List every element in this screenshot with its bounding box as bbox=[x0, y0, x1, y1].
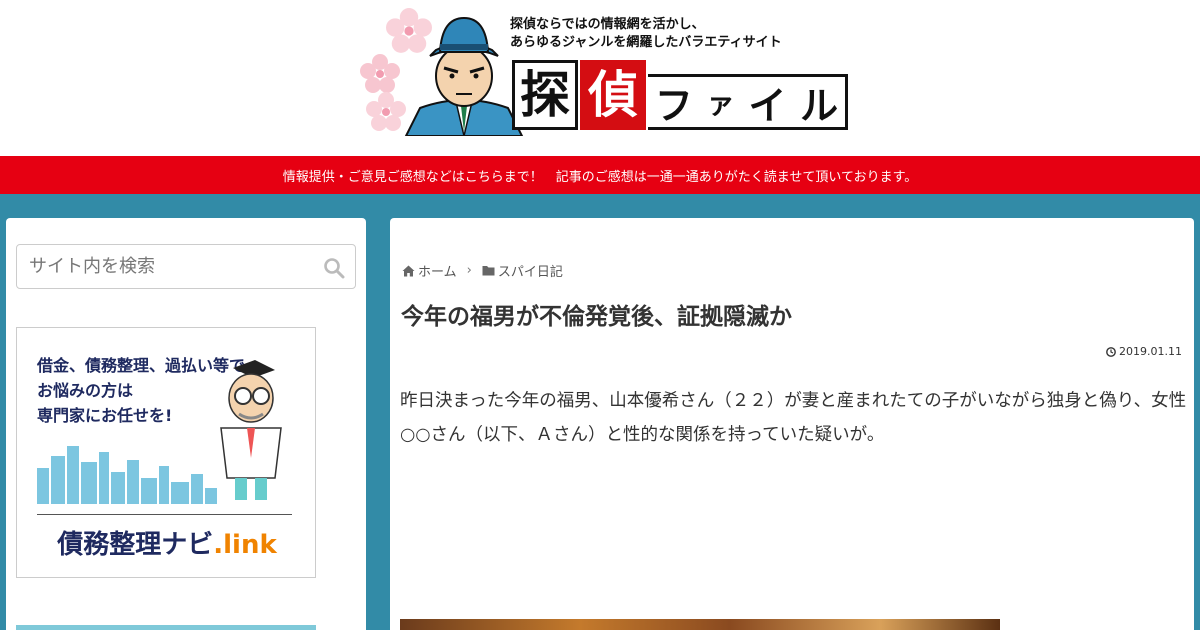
debt-navi-banner[interactable]: 借金、債務整理、過払い等で お悩みの方は 専門家にお任せを! 債務整理ナビ.li… bbox=[16, 327, 316, 578]
post-date: 2019.01.11 bbox=[1106, 345, 1182, 358]
banner-brand: 債務整理ナビ.link bbox=[17, 524, 315, 561]
logo-kana-char: ァ bbox=[706, 87, 735, 120]
post-date-text: 2019.01.11 bbox=[1119, 345, 1182, 358]
logo-kanji-tei: 偵 bbox=[580, 60, 646, 130]
home-icon bbox=[402, 265, 415, 276]
main-content: ホーム › スパイ日記 今年の福男が不倫発覚後、証拠隠滅か 2019.01.11… bbox=[390, 218, 1194, 630]
logo-kana-char: フ bbox=[654, 83, 693, 128]
breadcrumb-category[interactable]: スパイ日記 bbox=[498, 261, 563, 280]
search-icon[interactable] bbox=[323, 257, 345, 279]
notice-text: 情報提供・ご意見ご感想などはこちらまで！ 記事のご感想は一通一通ありがたく読ませ… bbox=[282, 169, 918, 185]
banner-divider bbox=[37, 514, 292, 515]
article-title: 今年の福男が不倫発覚後、証拠隠滅か bbox=[401, 304, 792, 330]
detective-mascot-icon bbox=[404, 16, 524, 136]
tagline-line-2: あらゆるジャンルを網羅したバラエティサイト bbox=[510, 35, 782, 50]
logo-kana-char: ル bbox=[800, 83, 839, 128]
sidebar-banner-2[interactable] bbox=[16, 625, 316, 630]
breadcrumb: ホーム › スパイ日記 bbox=[402, 261, 563, 280]
site-header: 探偵ならではの情報網を活かし、 あらゆるジャンルを網羅したバラエティサイト 探 … bbox=[0, 0, 1200, 156]
breadcrumb-home[interactable]: ホーム bbox=[418, 261, 457, 280]
site-tagline: 探偵ならではの情報網を活かし、 あらゆるジャンルを網羅したバラエティサイト bbox=[510, 16, 782, 52]
tagline-line-1: 探偵ならではの情報網を活かし、 bbox=[510, 17, 705, 32]
sidebar: 借金、債務整理、過払い等で お悩みの方は 専門家にお任せを! 債務整理ナビ.li… bbox=[6, 218, 366, 630]
cherry-blossom-icon bbox=[360, 54, 400, 93]
logo-kana-file: フ ァ イ ル bbox=[648, 74, 848, 130]
chevron-right-icon: › bbox=[466, 263, 472, 278]
logo-kana-char: イ bbox=[748, 83, 787, 128]
notice-bar[interactable]: 情報提供・ご意見ご感想などはこちらまで！ 記事のご感想は一通一通ありがたく読ませ… bbox=[0, 156, 1200, 194]
site-logo[interactable]: 探偵ならではの情報網を活かし、 あらゆるジャンルを網羅したバラエティサイト 探 … bbox=[352, 8, 852, 136]
article-image bbox=[400, 619, 1000, 630]
clock-icon bbox=[1106, 346, 1116, 357]
folder-icon bbox=[482, 266, 495, 276]
search-box bbox=[16, 244, 356, 289]
lawyer-character-icon bbox=[220, 360, 282, 500]
logo-kanji-tan: 探 bbox=[512, 60, 578, 130]
banner-brand-suffix: .link bbox=[213, 530, 277, 560]
banner-line-2: お悩みの方は bbox=[37, 381, 134, 400]
city-skyline-icon bbox=[37, 446, 217, 504]
banner-line-3: 専門家にお任せを! bbox=[37, 406, 173, 425]
banner-brand-main: 債務整理ナビ bbox=[57, 530, 214, 560]
article-body: 昨日決まった今年の福男、山本優希さん（２２）が妻と産まれたての子がいながら独身と… bbox=[400, 391, 1187, 445]
search-input[interactable] bbox=[17, 245, 307, 288]
